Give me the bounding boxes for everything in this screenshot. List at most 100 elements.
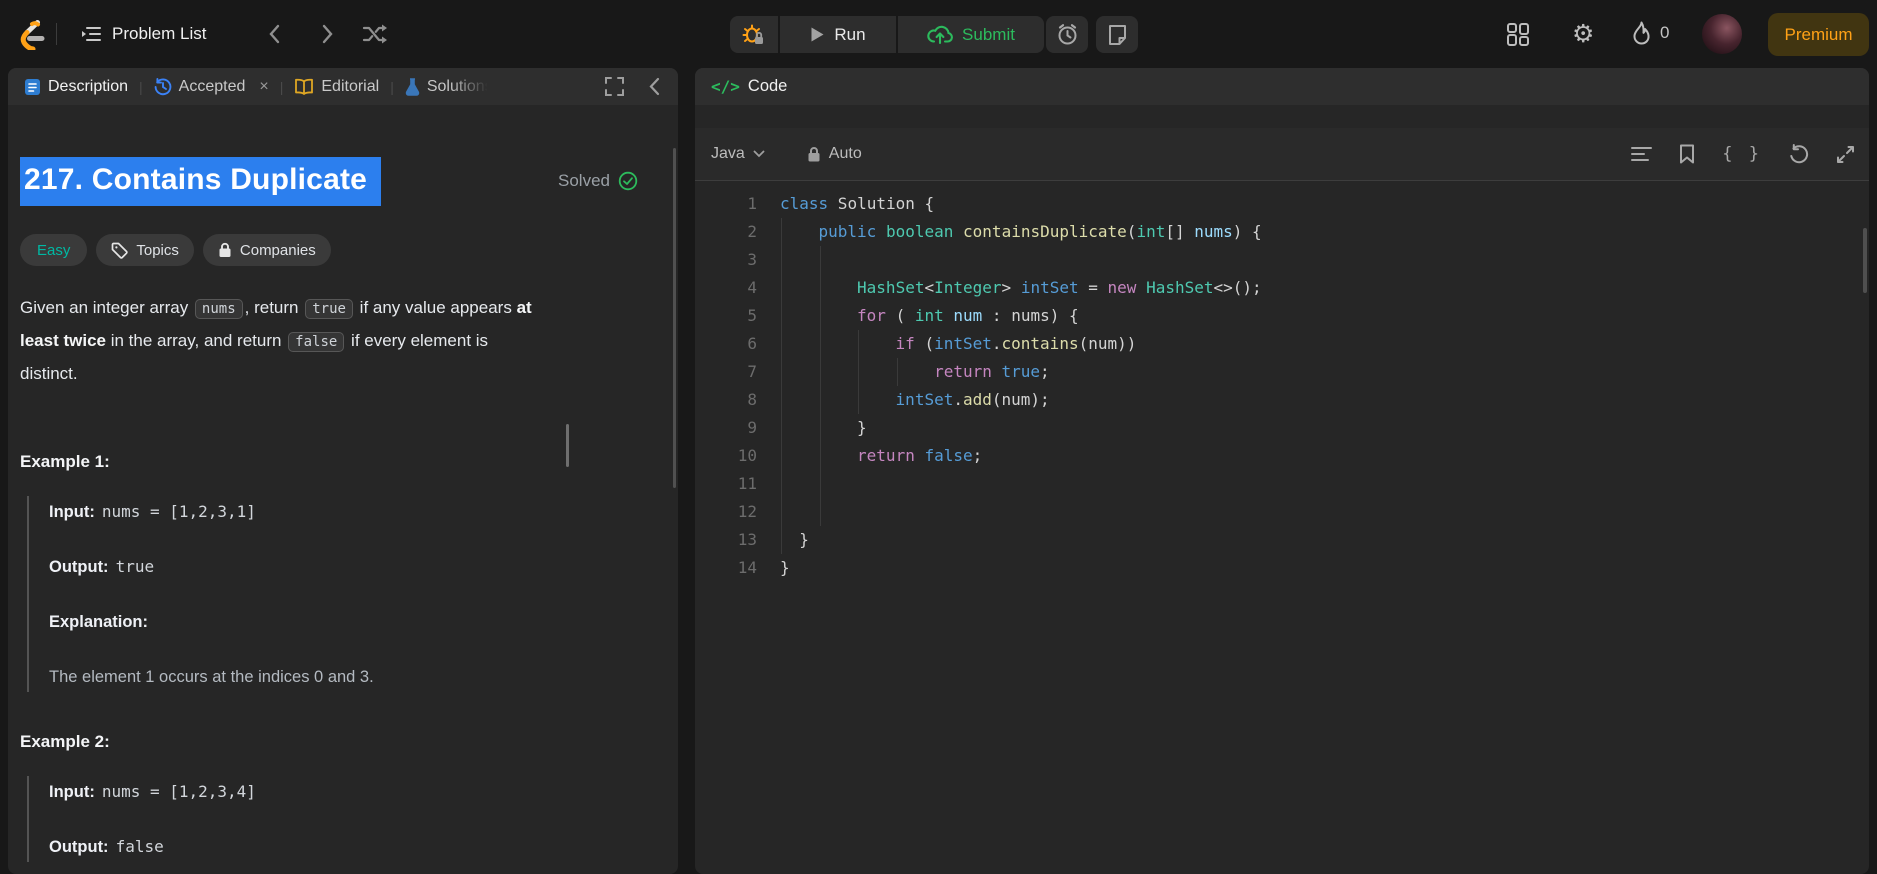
auto-indent-toggle[interactable]: Auto (807, 145, 862, 163)
bookmark-icon[interactable] (1679, 144, 1695, 164)
tab-solutions[interactable]: Solutions (405, 78, 493, 96)
tab-editorial[interactable]: Editorial (294, 78, 379, 96)
close-tab-icon[interactable]: × (259, 78, 268, 96)
settings-button[interactable]: ⚙ (1572, 19, 1594, 48)
notes-button[interactable] (1096, 16, 1138, 53)
indent-guide (781, 498, 782, 526)
example-field-value: false (116, 837, 164, 856)
prev-problem-button[interactable] (262, 22, 286, 46)
run-button[interactable]: Run (780, 16, 896, 53)
code-line-9[interactable]: 9} (695, 414, 1869, 442)
indent-guide (858, 330, 859, 358)
example-field-value: true (116, 557, 155, 576)
chip-easy[interactable]: Easy (20, 234, 87, 266)
chip-companies[interactable]: Companies (203, 234, 331, 266)
chip-topics[interactable]: Topics (96, 234, 194, 266)
code-line-3[interactable]: 3 (695, 246, 1869, 274)
cloud-upload-icon (927, 25, 953, 45)
tab-separator: | (280, 79, 284, 95)
indent-guide (781, 246, 782, 274)
language-label: Java (711, 145, 745, 163)
alarm-clock-icon (1056, 23, 1079, 46)
book-icon (294, 78, 314, 95)
premium-label: Premium (1784, 25, 1852, 45)
code-line-4[interactable]: 4HashSet<Integer> intSet = new HashSet<>… (695, 274, 1869, 302)
problem-list-label: Problem List (112, 24, 206, 44)
chip-label: Easy (37, 242, 70, 259)
avatar[interactable] (1702, 14, 1742, 54)
shuffle-button[interactable] (362, 22, 388, 46)
submit-button[interactable]: Submit (898, 16, 1044, 53)
indent-guide (820, 442, 821, 470)
code-text: } (780, 558, 790, 577)
braces-icon[interactable]: { } (1722, 144, 1762, 164)
tab-separator: | (390, 79, 394, 95)
code-line-1[interactable]: 1class Solution { (695, 190, 1869, 218)
code-line-10[interactable]: 10return false; (695, 442, 1869, 470)
code-line-6[interactable]: 6if (intSet.contains(num)) (695, 330, 1869, 358)
indent-guide (781, 358, 782, 386)
inline-code: false (288, 332, 344, 352)
code-line-7[interactable]: 7return true; (695, 358, 1869, 386)
panel-scrollbar-thumb[interactable] (673, 148, 676, 488)
code-line-5[interactable]: 5for ( int num : nums) { (695, 302, 1869, 330)
code-tab-label[interactable]: Code (748, 77, 787, 96)
code-line-8[interactable]: 8intSet.add(num); (695, 386, 1869, 414)
lock-icon (807, 146, 821, 163)
timer-button[interactable] (1046, 16, 1088, 53)
leetcode-logo[interactable] (16, 19, 45, 50)
code-panel: </> Code Java Auto { } (695, 68, 1869, 874)
streak-count: 0 (1660, 23, 1669, 43)
example-row: The element 1 occurs at the indices 0 an… (49, 663, 678, 692)
text-run: , return (245, 298, 304, 317)
code-text: class Solution { (780, 194, 934, 213)
format-code-icon[interactable] (1631, 146, 1652, 163)
code-editor[interactable]: 1class Solution {2public boolean contain… (695, 190, 1869, 582)
fullscreen-icon[interactable] (604, 76, 625, 97)
problem-title[interactable]: 217. Contains Duplicate (20, 157, 381, 206)
collapse-panel-icon[interactable] (648, 77, 660, 96)
editor-scrollbar-thumb[interactable] (1863, 228, 1867, 293)
code-line-14[interactable]: 14} (695, 554, 1869, 582)
note-icon (1107, 24, 1128, 46)
example-block: Input:nums = [1,2,3,1]Output:trueExplana… (27, 496, 678, 692)
flask-icon (405, 78, 420, 96)
run-label: Run (834, 25, 865, 45)
description-scrollbar-thumb[interactable] (566, 424, 569, 467)
debug-button[interactable] (730, 16, 778, 53)
description-panel: Description|Accepted×|Editorial|Solution… (8, 68, 678, 874)
indent-guide (820, 246, 821, 274)
tab-accepted[interactable]: Accepted× (154, 78, 269, 96)
reset-code-icon[interactable] (1789, 144, 1809, 164)
code-line-12[interactable]: 12 (695, 498, 1869, 526)
line-number: 3 (695, 246, 757, 274)
indent-guide (858, 386, 859, 414)
language-select[interactable]: Java (711, 145, 765, 163)
example-field-label: Output: (49, 558, 109, 576)
code-line-13[interactable]: 13} (695, 526, 1869, 554)
streak-indicator[interactable]: 0 (1632, 21, 1669, 45)
code-text: return false; (780, 446, 982, 465)
chevron-down-icon (753, 150, 765, 158)
clock-history-icon (154, 78, 172, 96)
text-run: Given an integer array (20, 298, 193, 317)
solved-status: Solved (558, 171, 638, 191)
example-row: Explanation: (49, 608, 678, 637)
line-number: 2 (695, 218, 757, 246)
code-line-2[interactable]: 2public boolean containsDuplicate(int[] … (695, 218, 1869, 246)
indent-guide (781, 526, 782, 554)
play-icon (810, 26, 825, 43)
problem-list-button[interactable]: Problem List (80, 18, 206, 50)
examples-section: Example 1:Input:nums = [1,2,3,1]Output:t… (20, 452, 678, 862)
layout-grid-button[interactable] (1506, 22, 1531, 47)
expand-editor-icon[interactable] (1836, 145, 1855, 164)
example-field-value: nums = [1,2,3,4] (102, 782, 256, 801)
editor-toolbar-icons: { } (1631, 144, 1855, 164)
code-panel-header: </> Code (695, 68, 1869, 105)
code-line-11[interactable]: 11 (695, 470, 1869, 498)
premium-button[interactable]: Premium (1768, 13, 1869, 56)
inline-code: nums (195, 299, 243, 319)
tab-description[interactable]: Description (24, 78, 128, 96)
indent-guide (781, 414, 782, 442)
next-problem-button[interactable] (316, 22, 340, 46)
